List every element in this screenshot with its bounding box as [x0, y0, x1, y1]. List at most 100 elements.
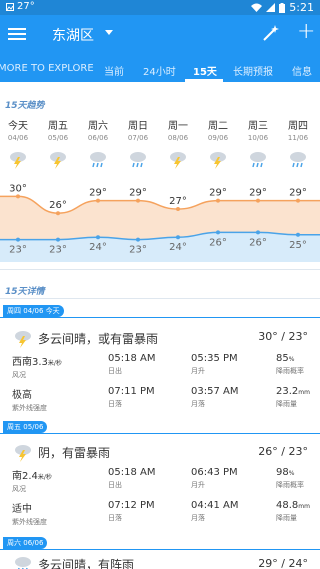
trend-day[interactable]: 周六 06/06: [78, 117, 118, 170]
tab-more-to-explore[interactable]: MORE TO EXPLORE: [0, 63, 94, 74]
metric-label: 降雨概率: [276, 481, 304, 489]
trend-day[interactable]: 周日 07/06: [118, 117, 158, 170]
temp-range: 29° / 24°: [258, 557, 308, 569]
thunder-icon: [167, 148, 189, 170]
rain-icon: [12, 553, 34, 569]
chevron-down-icon[interactable]: [105, 30, 113, 35]
low-temp-point: [256, 230, 260, 235]
high-temp-label: 30°: [9, 183, 27, 194]
trend-day[interactable]: 周一 08/06: [158, 117, 198, 170]
high-temp-point: [56, 211, 60, 216]
rainfall-metric: 48.8mm 降雨量: [276, 500, 310, 523]
metric-value: 07:12 PM: [108, 500, 155, 511]
trend-day[interactable]: 周五 05/06: [38, 117, 78, 170]
low-temp-label: 26°: [209, 237, 227, 248]
card-divider: [0, 549, 320, 550]
uv-metric: 极高 紫外线强度: [12, 386, 47, 413]
metric-label: 月升: [191, 481, 205, 489]
moonset-metric: 04:41 AM 月落: [191, 500, 238, 523]
trend-day[interactable]: 周四 11/06: [278, 117, 318, 170]
metric-value: 05:35 PM: [191, 353, 238, 364]
sunrise-metric: 05:18 AM 日出: [108, 467, 155, 490]
trend-day[interactable]: 周二 09/06: [198, 117, 238, 170]
location-title[interactable]: 东湖区: [52, 25, 94, 45]
wind-metric: 南2.4米/秒 风况: [12, 467, 52, 494]
wind-metric: 西南3.3米/秒 风况: [12, 353, 62, 380]
badge-day: 周五: [7, 423, 21, 431]
day-name: 周四: [288, 121, 308, 132]
moonrise-metric: 05:35 PM 月升: [191, 353, 238, 376]
day-badge: 周六 06/06: [3, 537, 48, 549]
day-date: 06/06: [87, 134, 109, 142]
day-date: 09/06: [207, 134, 229, 142]
sunrise-metric: 05:18 AM 日出: [108, 353, 155, 376]
day-summary: 阴，有雷暴雨: [12, 441, 110, 463]
signal-icon: [266, 3, 276, 12]
badge-date: 04/06: [23, 307, 44, 315]
high-temp-label: 29°: [89, 188, 107, 199]
thunder-icon: [47, 148, 69, 170]
details-title: 15天详情: [5, 287, 45, 297]
low-temp-point: [136, 237, 140, 242]
badge-day: 周六: [7, 539, 21, 547]
tab-long-term[interactable]: 长期预报: [233, 63, 273, 78]
day-summary: 多云间晴，有阵雨: [12, 553, 134, 569]
metric-label: 降雨量: [276, 400, 297, 408]
low-temp-point: [96, 235, 100, 240]
metric-unit: %: [288, 356, 295, 363]
trend-day[interactable]: 今天 04/06: [0, 117, 38, 170]
tab-15-days[interactable]: 15天: [193, 63, 217, 78]
add-location-icon[interactable]: +: [297, 19, 315, 44]
day-date: 11/06: [287, 134, 309, 142]
summary-text: 阴，有雷暴雨: [38, 445, 111, 460]
high-temp-point: [176, 207, 180, 211]
high-temp-label: 29°: [209, 188, 227, 199]
low-temp-point: [16, 237, 20, 242]
day-date: 04/06: [7, 134, 29, 142]
tab-24-hours[interactable]: 24小时: [143, 63, 176, 78]
high-temp-point: [136, 198, 140, 203]
wifi-icon: [251, 3, 263, 12]
rainfall-metric: 23.2mm 降雨量: [276, 386, 310, 409]
metric-unit: %: [288, 470, 295, 477]
day-date: 10/06: [247, 134, 269, 142]
menu-icon[interactable]: [8, 25, 26, 43]
app-bar: 东湖区 +: [0, 15, 320, 55]
card-divider: [0, 433, 320, 434]
metric-value: 07:11 PM: [108, 386, 155, 397]
metric-label: 月落: [191, 514, 205, 522]
details-divider: [0, 298, 320, 299]
magic-wand-icon[interactable]: [262, 24, 280, 46]
status-time: 5:21: [289, 1, 314, 14]
metric-label: 降雨量: [276, 514, 297, 522]
thunder-icon: [7, 148, 29, 170]
temp-range: 26° / 23°: [258, 445, 308, 458]
metric-label: 月升: [191, 367, 205, 375]
metric-unit: 米/秒: [37, 474, 52, 481]
day-name: 今天: [8, 121, 28, 132]
high-temp-label: 27°: [169, 196, 187, 207]
high-temp-point: [16, 194, 20, 199]
metric-value: 85: [276, 353, 289, 364]
sunset-metric: 07:12 PM 日落: [108, 500, 155, 523]
metric-label: 紫外线强度: [12, 404, 47, 412]
card-divider: [0, 317, 320, 318]
day-name: 周三: [248, 121, 268, 132]
trend-day[interactable]: 周三 10/06: [238, 117, 278, 170]
low-temp-point: [296, 232, 300, 237]
day-name: 周五: [48, 121, 68, 132]
metric-unit: mm: [298, 503, 310, 510]
metric-label: 日落: [108, 400, 122, 408]
metric-label: 日出: [108, 367, 122, 375]
badge-date: 05/06: [23, 423, 44, 431]
rain-icon: [247, 148, 269, 170]
low-temp-label: 23°: [49, 245, 67, 256]
metric-value: 48.8: [276, 500, 299, 511]
tab-current[interactable]: 当前: [104, 63, 124, 78]
thunder-icon: [207, 148, 229, 170]
day-name: 周二: [208, 121, 228, 132]
day-name: 周一: [168, 121, 188, 132]
thunder-icon: [12, 327, 34, 349]
tab-info[interactable]: 信息: [292, 63, 312, 78]
rain-chance-metric: 85% 降雨概率: [276, 353, 304, 376]
